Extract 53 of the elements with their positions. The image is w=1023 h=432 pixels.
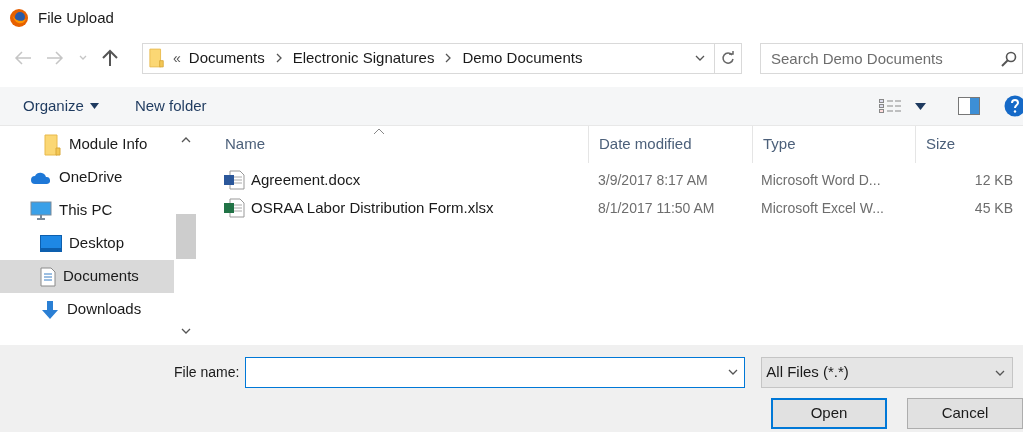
sidebar-item[interactable]: Module Info bbox=[0, 128, 175, 161]
search-field[interactable]: Search Demo Documents bbox=[760, 42, 1023, 74]
caret-icon[interactable] bbox=[915, 102, 926, 110]
sidebar-item[interactable]: OneDrive bbox=[0, 161, 175, 194]
overflow-chevrons[interactable]: « bbox=[173, 47, 181, 69]
cloud-icon bbox=[30, 170, 52, 185]
word-document-icon bbox=[223, 170, 245, 190]
sidebar-item[interactable]: Desktop bbox=[0, 227, 175, 260]
address-bar[interactable]: « Documents Electronic Signatures Demo Documents bbox=[142, 42, 742, 74]
excel-spreadsheet-icon bbox=[223, 198, 245, 218]
column-header[interactable]: Name bbox=[225, 133, 265, 156]
folder-icon bbox=[149, 48, 165, 68]
file-name: OSRAA Labor Distribution Form.xlsx bbox=[251, 197, 494, 218]
up-arrow-icon[interactable] bbox=[102, 49, 118, 67]
scrollbar-thumb[interactable] bbox=[176, 214, 197, 259]
sidebar-item[interactable]: Documents bbox=[0, 260, 175, 293]
refresh-icon[interactable] bbox=[721, 51, 735, 65]
caret-icon bbox=[89, 103, 99, 109]
file-type-dropdown[interactable]: All Files (*.*) bbox=[761, 357, 1014, 388]
search-icon bbox=[1001, 50, 1017, 67]
organize-button[interactable]: Organize bbox=[15, 90, 107, 122]
help-icon[interactable] bbox=[1004, 95, 1023, 117]
sidebar-item[interactable]: Downloads bbox=[0, 293, 175, 326]
size-cell-text: 12 KB bbox=[973, 170, 1013, 190]
breadcrumb-item[interactable]: Demo Documents bbox=[462, 46, 583, 70]
new-folder-button[interactable]: New folder bbox=[126, 90, 215, 122]
column-header[interactable]: Date modified bbox=[599, 133, 692, 156]
sidebar-item[interactable]: This PC bbox=[0, 194, 175, 227]
file-name-label: File name: bbox=[174, 363, 240, 382]
view-options-icon[interactable] bbox=[879, 99, 903, 113]
file-name-field[interactable] bbox=[245, 357, 746, 388]
type-cell-text: Microsoft Excel W... bbox=[760, 198, 885, 218]
cancel-button[interactable]: Cancel bbox=[907, 398, 1023, 429]
document-icon bbox=[40, 266, 56, 287]
file-name: Agreement.docx bbox=[251, 169, 361, 190]
column-header[interactable]: Type bbox=[763, 133, 796, 156]
breadcrumb-item[interactable]: Documents bbox=[188, 46, 265, 70]
open-button[interactable]: Open bbox=[771, 398, 887, 429]
preview-pane-icon[interactable] bbox=[958, 97, 980, 115]
date-cell-text: 8/1/2017 11:50 AM bbox=[597, 198, 716, 218]
browser-logo-icon bbox=[9, 8, 29, 28]
computer-icon bbox=[30, 200, 52, 221]
column-header[interactable]: Size bbox=[926, 133, 956, 156]
file-row[interactable]: Agreement.docx 3/9/2017 8:17 AM Microsoft Word D... 12 KB bbox=[215, 166, 1023, 194]
window-title: File Upload bbox=[38, 7, 114, 28]
download-arrow-icon bbox=[40, 299, 60, 320]
folder-icon bbox=[44, 133, 62, 156]
breadcrumb-item[interactable]: Electronic Signatures bbox=[292, 46, 435, 70]
size-cell-text: 45 KB bbox=[973, 198, 1013, 218]
desktop-icon bbox=[40, 235, 62, 252]
type-cell-text: Microsoft Word D... bbox=[760, 170, 882, 190]
date-cell-text: 3/9/2017 8:17 AM bbox=[597, 170, 709, 190]
file-row[interactable]: OSRAA Labor Distribution Form.xlsx 8/1/2017 11:50 AM Microsoft Excel W... 45 KB bbox=[215, 194, 1023, 222]
